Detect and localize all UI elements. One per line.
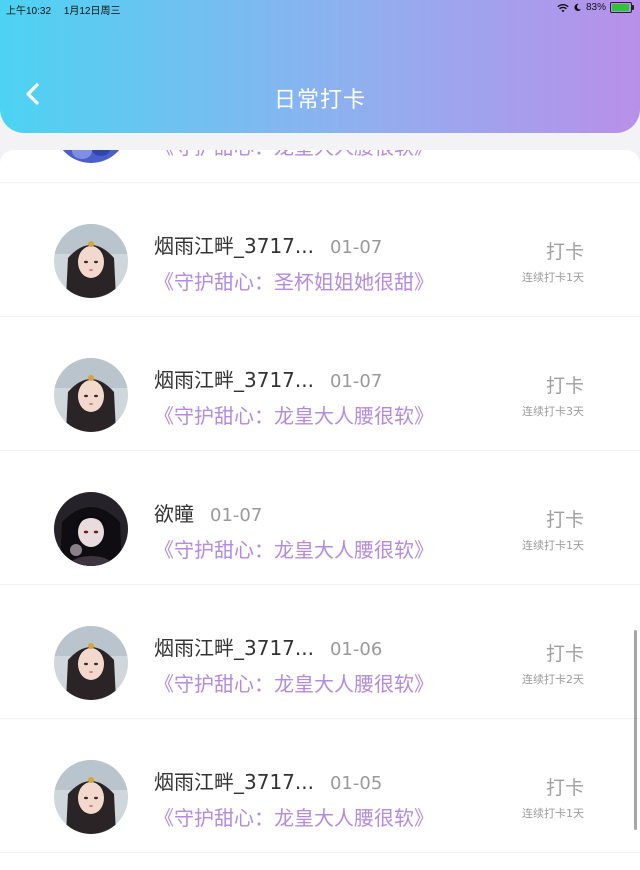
- post-date: 01-07: [329, 371, 383, 392]
- user-name[interactable]: 烟雨江畔_3717... 01-06: [154, 632, 382, 661]
- checkin-status: 打卡: [545, 643, 584, 665]
- avatar-image: [54, 150, 128, 163]
- avatar-image: [54, 224, 128, 298]
- post-date: 01-07: [329, 237, 383, 258]
- post-date: 01-07: [210, 505, 263, 526]
- book-title[interactable]: 《守护甜心：龙皇大人腰很软》: [154, 802, 434, 831]
- status-left: 上午10:32 1月12日周三: [6, 2, 131, 17]
- scrollbar[interactable]: [634, 630, 637, 830]
- post-date: 01-05: [329, 773, 383, 794]
- avatar-image: [54, 492, 128, 566]
- avatar-image: [54, 358, 128, 432]
- checkin-row[interactable]: 烟雨江畔_3717... 01-05 《守护甜心：龙皇大人腰很软》 打卡 连续打卡…: [0, 719, 640, 853]
- streak-label: 连续打卡1天: [522, 271, 584, 284]
- streak-label: 连续打卡3天: [522, 405, 584, 418]
- user-name-text[interactable]: 欲瞳: [154, 502, 194, 526]
- user-name[interactable]: 烟雨江畔_3717... 01-07: [154, 230, 382, 259]
- avatar[interactable]: [54, 150, 128, 163]
- moon-icon: [574, 3, 582, 12]
- avatar[interactable]: [54, 492, 128, 566]
- streak-label: 连续打卡1天: [522, 807, 584, 820]
- status-time: 上午10:32: [6, 6, 52, 17]
- checkin-status: 打卡: [545, 375, 584, 397]
- post-date: 01-06: [329, 639, 383, 660]
- user-name-text[interactable]: 烟雨江畔_3717...: [154, 636, 314, 660]
- battery-percent: 83%: [585, 2, 606, 13]
- streak-label: 连续打卡1天: [522, 539, 584, 552]
- checkin-row[interactable]: 烟雨江畔_3717... 01-07 《守护甜心：龙皇大人腰很软》 打卡 连续打卡…: [0, 317, 640, 451]
- checkin-status: 打卡: [545, 241, 584, 263]
- book-title[interactable]: 《守护甜心：龙皇大人腰很软》: [154, 400, 434, 429]
- user-name-text[interactable]: 烟雨江畔_3717...: [154, 234, 314, 258]
- avatar-image: [54, 760, 128, 834]
- book-title[interactable]: 《守护甜心：龙皇大人腰很软》: [154, 668, 434, 697]
- page-title: 日常打卡: [273, 88, 366, 113]
- status-right: 83%: [557, 2, 634, 13]
- book-title[interactable]: 《守护甜心：龙皇大人腰很软》: [154, 534, 434, 563]
- checkin-status: 打卡: [545, 509, 584, 531]
- book-title[interactable]: 《守护甜心：圣杯姐姐她很甜》: [154, 266, 434, 295]
- streak-label: 连续打卡2天: [522, 673, 584, 686]
- user-name-text[interactable]: 烟雨江畔_3717...: [154, 770, 314, 794]
- user-name[interactable]: 烟雨江畔_3717... 01-05: [154, 766, 382, 795]
- status-bar: 上午10:32 1月12日周三 83%: [0, 0, 640, 18]
- user-name[interactable]: 烟雨江畔_3717... 01-07: [154, 364, 382, 393]
- user-name[interactable]: 欲瞳 01-07: [154, 498, 262, 527]
- checkin-status: 打卡: [545, 777, 584, 799]
- user-name-text[interactable]: 烟雨江畔_3717...: [154, 368, 314, 392]
- checkin-row[interactable]: 《守护甜心：龙皇大人腰很软》: [0, 150, 640, 183]
- checkin-row[interactable]: 欲瞳 01-07 《守护甜心：龙皇大人腰很软》 打卡 连续打卡1天: [0, 451, 640, 585]
- checkin-row[interactable]: 烟雨江畔_3717... 01-06 《守护甜心：龙皇大人腰很软》 打卡 连续打卡…: [0, 585, 640, 719]
- status-date: 1月12日周三: [63, 6, 121, 17]
- battery-icon: [610, 2, 634, 13]
- header-bar: 上午10:32 1月12日周三 83% 日常打卡: [0, 0, 640, 133]
- avatar[interactable]: [54, 626, 128, 700]
- avatar[interactable]: [54, 358, 128, 432]
- checkin-row[interactable]: 烟雨江畔_3717... 01-07 《守护甜心：圣杯姐姐她很甜》 打卡 连续打卡…: [0, 183, 640, 317]
- avatar-image: [54, 626, 128, 700]
- avatar[interactable]: [54, 760, 128, 834]
- wifi-icon: [557, 3, 569, 12]
- checkin-list[interactable]: 《守护甜心：龙皇大人腰很软》 烟雨江畔_3717... 01-07 《守护甜心：圣…: [0, 150, 640, 870]
- avatar[interactable]: [54, 224, 128, 298]
- book-title[interactable]: 《守护甜心：龙皇大人腰很软》: [154, 150, 434, 160]
